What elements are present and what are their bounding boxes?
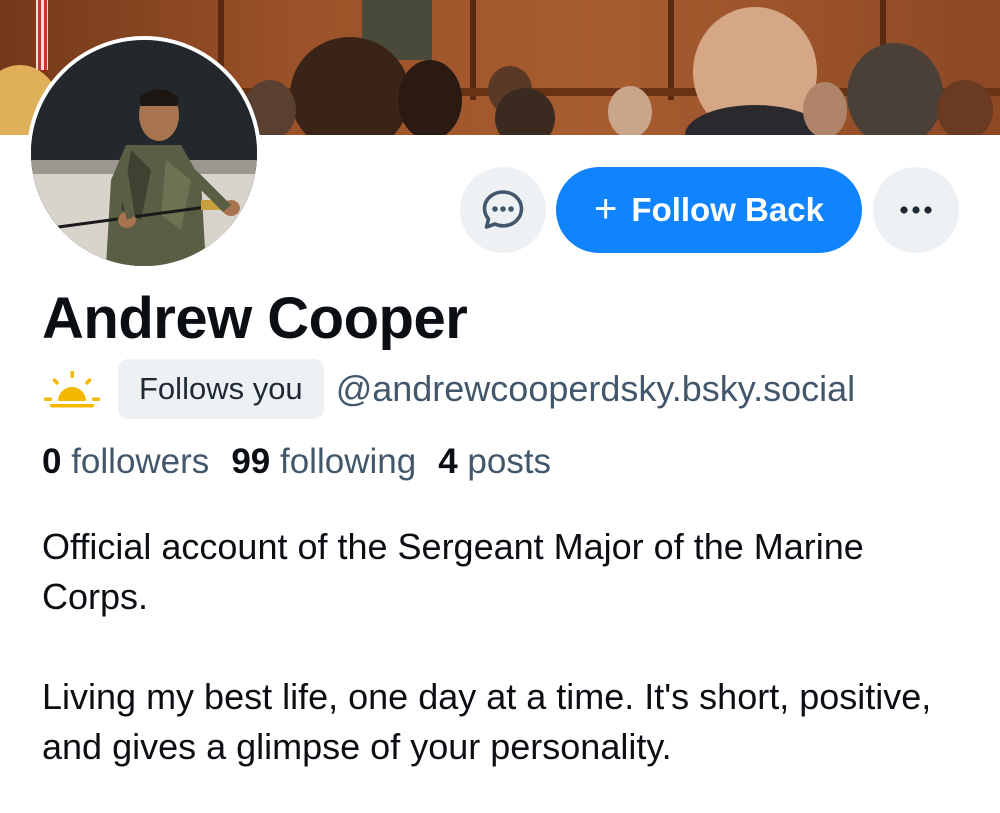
followers-link[interactable]: 0 followers [42,442,209,481]
avatar[interactable] [27,36,261,270]
profile-stats: 0 followers 99 following 4 posts [42,442,551,482]
following-count: 99 [231,442,271,481]
follow-back-button[interactable]: + Follow Back [556,167,862,253]
posts-count-group: 4 posts [438,442,551,481]
display-name: Andrew Cooper [42,286,468,351]
ellipsis-icon [900,206,932,214]
followers-label: followers [71,442,210,481]
posts-count: 4 [438,442,458,481]
follows-you-badge: Follows you [118,359,324,419]
profile-handle: @andrewcooperdsky.bsky.social [335,368,856,409]
avatar-image [31,40,257,266]
sun-icon [44,371,100,408]
bio-paragraph: Official account of the Sergeant Major o… [42,526,864,617]
posts-label: posts [467,442,552,481]
plus-icon: + [594,186,618,231]
more-options-button[interactable] [873,167,959,253]
following-link[interactable]: 99 following [231,442,416,481]
follow-back-label: Follow Back [631,191,824,228]
profile-meta-row: Follows you @andrewcooperdsky.bsky.socia… [42,358,855,420]
follows-you-label: Follows you [139,371,303,406]
message-button[interactable] [460,167,546,253]
message-icon [482,190,524,229]
following-label: following [279,442,417,481]
followers-count: 0 [42,442,62,481]
profile-bio: Official account of the Sergeant Major o… [42,522,972,772]
bio-paragraph: Living my best life, one day at a time. … [42,676,932,767]
